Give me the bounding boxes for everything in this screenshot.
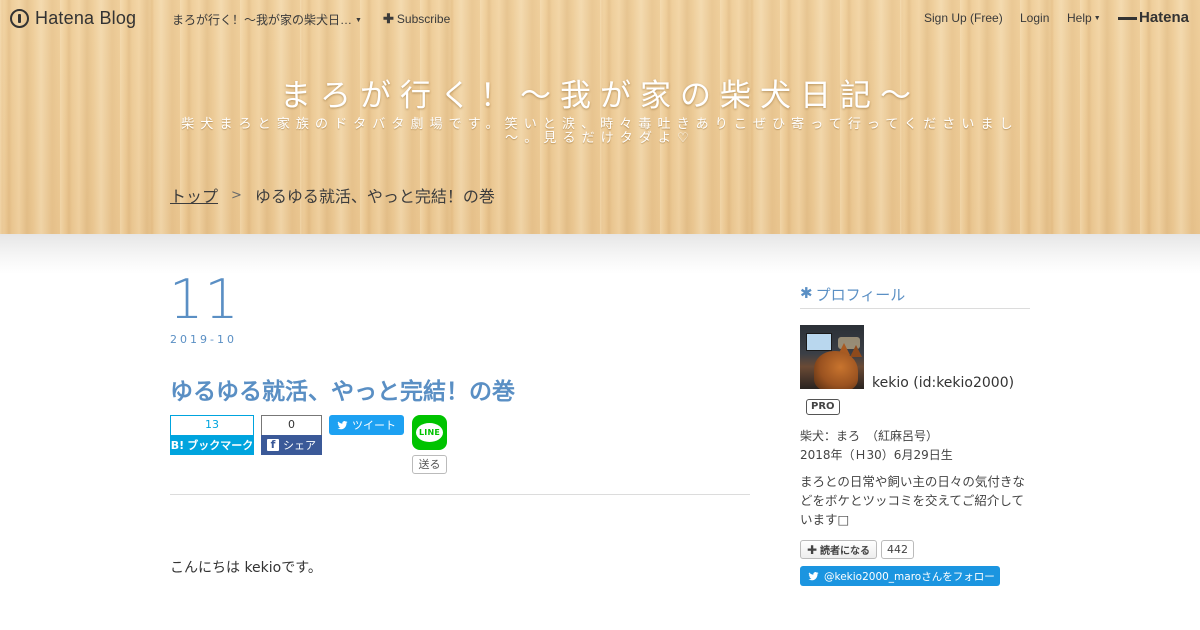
breadcrumb-top-link[interactable]: トップ bbox=[170, 183, 218, 207]
line-share-button[interactable]: LINE bbox=[412, 415, 447, 450]
entry-title[interactable]: ゆるゆる就活、やっと完結！の巻 bbox=[170, 372, 515, 406]
profile-heading-label: プロフィール bbox=[815, 286, 906, 304]
avatar-dog bbox=[814, 351, 858, 389]
subscribe-reader-button[interactable]: ✚ 読者になる bbox=[800, 540, 877, 559]
twitter-follow-button[interactable]: @kekio2000_maroさんをフォロー bbox=[800, 566, 1000, 586]
profile-dog-name: 柴犬：まろ （紅麻呂号） bbox=[800, 429, 939, 443]
reader-count[interactable]: 442 bbox=[881, 540, 914, 559]
entry-body-text: こんにちは kekioです。 bbox=[170, 560, 322, 576]
subscribe-label: Subscribe bbox=[396, 12, 451, 26]
blog-title[interactable]: まろが行く！～我が家の柴犬日記～ bbox=[0, 70, 1200, 115]
hatena-bookmark-button[interactable]: B! ブックマーク bbox=[170, 435, 254, 455]
hatena-bookmark-label: ブックマーク bbox=[187, 439, 254, 452]
blog-name-menu[interactable]: まろが行く！～我が家の柴犬日… ▼ bbox=[172, 11, 362, 28]
hatena-bookmark-share[interactable]: 13 B! ブックマーク bbox=[170, 415, 254, 455]
asterisk-icon: ✱ bbox=[800, 284, 813, 302]
global-header-bar: Hatena Blog まろが行く！～我が家の柴犬日… ▼ ✚ Subscribe… bbox=[0, 0, 1200, 36]
plus-icon: ✚ bbox=[383, 11, 394, 26]
twitter-follow-label: @kekio2000_maroさんをフォロー bbox=[824, 570, 995, 583]
login-link[interactable]: Login bbox=[1020, 11, 1049, 25]
avatar-monitor bbox=[806, 333, 832, 351]
hatena-bookmark-icon: B! bbox=[170, 438, 185, 452]
profile-name[interactable]: kekio (id:kekio2000) bbox=[872, 375, 1014, 391]
caret-down-icon: ▼ bbox=[355, 17, 362, 25]
facebook-icon: f bbox=[267, 439, 279, 451]
profile-heading: ✱ プロフィール bbox=[800, 284, 1030, 309]
facebook-share-count: 0 bbox=[261, 415, 322, 435]
entry-date-year-month[interactable]: 2019-10 bbox=[170, 333, 237, 346]
blog-description: 柴犬まろと家族のドタバタ劇場です。笑いと涙、時々毒吐きありこぜひ寄って行ってくだ… bbox=[181, 117, 1019, 146]
profile-dog-birthday: 2018年（Ｈ30）6月29日生 bbox=[800, 448, 953, 462]
tweet-label: ツイート bbox=[352, 419, 396, 432]
avatar-dog-ear bbox=[850, 345, 862, 357]
line-send-button[interactable]: 送る bbox=[412, 455, 447, 474]
pro-badge[interactable]: PRO bbox=[806, 399, 840, 415]
hatena-logo-icon: ▬▬ bbox=[1118, 12, 1137, 23]
signup-link[interactable]: Sign Up (Free) bbox=[924, 11, 1003, 25]
breadcrumb-current: ゆるゆる就活、やっと完結！の巻 bbox=[254, 187, 495, 206]
blog-name-label: まろが行く！～我が家の柴犬日… bbox=[172, 13, 353, 27]
profile-description: まろとの日常や飼い主の日々の気付きなどをボケとツッコミを交えてご紹介しています□ bbox=[800, 474, 1025, 527]
facebook-share[interactable]: 0 f シェア bbox=[261, 415, 322, 455]
hatena-logo-text: Hatena bbox=[1139, 9, 1190, 26]
hatena-blog-logo-text: Hatena Blog bbox=[35, 8, 137, 28]
help-menu[interactable]: Help ▼ bbox=[1067, 11, 1101, 25]
subscribe-button[interactable]: ✚ Subscribe bbox=[383, 11, 450, 27]
hatena-blog-logo[interactable]: Hatena Blog bbox=[10, 8, 136, 29]
entry-divider bbox=[170, 494, 750, 495]
facebook-share-label: シェア bbox=[283, 439, 316, 452]
hatena-blog-logo-icon bbox=[10, 9, 29, 28]
avatar[interactable] bbox=[800, 325, 864, 389]
hatena-logo[interactable]: ▬▬ Hatena bbox=[1118, 9, 1189, 26]
subscribe-reader-label: 読者になる bbox=[820, 546, 871, 557]
plus-icon: ✚ bbox=[806, 542, 818, 557]
help-label: Help bbox=[1067, 11, 1092, 25]
entry-date-day[interactable]: 11 bbox=[169, 268, 240, 331]
caret-down-icon: ▼ bbox=[1093, 15, 1101, 23]
breadcrumb-separator: > bbox=[231, 187, 242, 203]
line-icon: LINE bbox=[416, 423, 443, 442]
hatena-bookmark-count[interactable]: 13 bbox=[170, 415, 254, 435]
twitter-bird-icon bbox=[337, 420, 348, 429]
tweet-button[interactable]: ツイート bbox=[329, 415, 404, 435]
facebook-share-button[interactable]: f シェア bbox=[261, 435, 322, 455]
breadcrumb: トップ > ゆるゆる就活、やっと完結！の巻 bbox=[170, 183, 495, 207]
twitter-bird-icon bbox=[808, 571, 819, 580]
